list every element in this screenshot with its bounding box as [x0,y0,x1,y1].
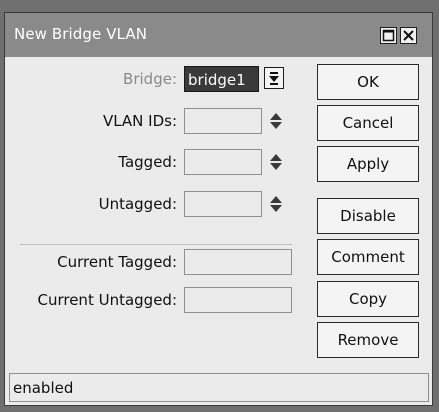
status-text: enabled [13,379,74,397]
up-down-arrows-icon [268,151,284,173]
maximize-button[interactable] [380,27,397,44]
tagged-label: Tagged: [118,153,177,171]
untagged-input[interactable] [184,191,262,217]
vlan-ids-input[interactable] [184,108,262,134]
copy-button[interactable]: Copy [317,281,419,317]
current-untagged-label: Current Untagged: [37,291,177,309]
dropdown-arrow-icon [265,68,283,88]
current-tagged-label: Current Tagged: [57,253,177,271]
bridge-select[interactable]: bridge1 [184,66,259,92]
ok-button[interactable]: OK [317,64,419,100]
vlan-ids-label: VLAN IDs: [102,112,177,130]
title-bar[interactable]: New Bridge VLAN [5,13,432,57]
untagged-label: Untagged: [98,195,177,213]
up-down-arrows-icon [268,110,284,132]
status-bar: enabled [9,373,429,402]
cancel-button[interactable]: Cancel [317,105,419,141]
current-untagged-field [184,287,292,313]
tagged-input[interactable] [184,149,262,175]
bridge-label: Bridge: [123,70,177,88]
maximize-icon [381,28,396,43]
vlan-ids-updown[interactable] [268,110,284,132]
untagged-updown[interactable] [268,193,284,215]
bridge-dropdown-button[interactable] [264,67,284,89]
new-bridge-vlan-dialog: New Bridge VLAN Bridge: bridge1 VLAN IDs… [4,12,433,406]
remove-button[interactable]: Remove [317,322,419,358]
apply-button[interactable]: Apply [317,146,419,182]
separator [20,244,292,245]
comment-button[interactable]: Comment [317,239,419,275]
current-tagged-field [184,249,292,275]
close-icon [401,28,416,43]
disable-button[interactable]: Disable [317,198,419,234]
tagged-updown[interactable] [268,151,284,173]
close-button[interactable] [400,27,417,44]
up-down-arrows-icon [268,193,284,215]
window-title: New Bridge VLAN [14,25,148,43]
